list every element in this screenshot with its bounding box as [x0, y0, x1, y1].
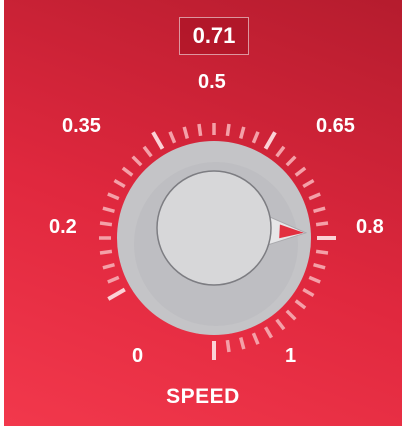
- scale-label-0-35: 0.35: [62, 115, 101, 137]
- knob-face[interactable]: [156, 170, 272, 286]
- minor-tick: [239, 337, 246, 350]
- minor-tick: [131, 155, 143, 167]
- minor-tick: [263, 326, 274, 339]
- minor-tick: [308, 192, 321, 201]
- minor-tick: [313, 263, 326, 270]
- minor-tick: [302, 287, 315, 298]
- scale-label-0-8: 0.8: [356, 216, 384, 238]
- major-tick: [263, 131, 277, 150]
- speed-dial: [99, 123, 336, 360]
- minor-tick: [294, 299, 307, 310]
- minor-tick: [99, 249, 113, 255]
- minor-tick: [99, 221, 113, 227]
- knob-label: SPEED: [166, 385, 240, 408]
- minor-tick: [275, 318, 286, 331]
- scale-label-0: 0: [132, 345, 144, 367]
- minor-tick: [197, 123, 203, 137]
- minor-tick: [113, 178, 126, 189]
- major-tick: [151, 131, 165, 150]
- scale-label-0-65: 0.65: [316, 115, 355, 137]
- minor-tick: [308, 275, 321, 284]
- minor-tick: [275, 145, 286, 158]
- minor-tick: [107, 275, 120, 284]
- minor-tick: [239, 126, 246, 139]
- minor-tick: [121, 166, 134, 177]
- scale-label-1: 1: [285, 345, 297, 367]
- minor-tick: [315, 249, 329, 255]
- minor-tick: [182, 126, 189, 139]
- minor-tick: [294, 166, 307, 177]
- minor-tick: [285, 155, 297, 167]
- minor-tick: [313, 206, 326, 213]
- minor-tick: [251, 332, 260, 345]
- minor-tick: [225, 123, 231, 137]
- knob-panel: 0.71 0 0.2 0.35 0.5 0.65 0.8 1 SPEED: [4, 0, 402, 426]
- major-tick: [107, 287, 126, 301]
- minor-tick: [251, 131, 260, 144]
- minor-tick: [302, 178, 315, 189]
- minor-tick: [102, 206, 115, 213]
- minor-tick: [107, 192, 120, 201]
- minor-tick: [315, 221, 329, 227]
- scale-label-0-5: 0.5: [198, 71, 226, 93]
- minor-tick: [285, 309, 297, 321]
- minor-tick: [102, 263, 115, 270]
- scale-label-0-2: 0.2: [49, 216, 77, 238]
- minor-tick: [142, 145, 153, 158]
- minor-tick: [225, 339, 231, 353]
- minor-tick: [168, 131, 177, 144]
